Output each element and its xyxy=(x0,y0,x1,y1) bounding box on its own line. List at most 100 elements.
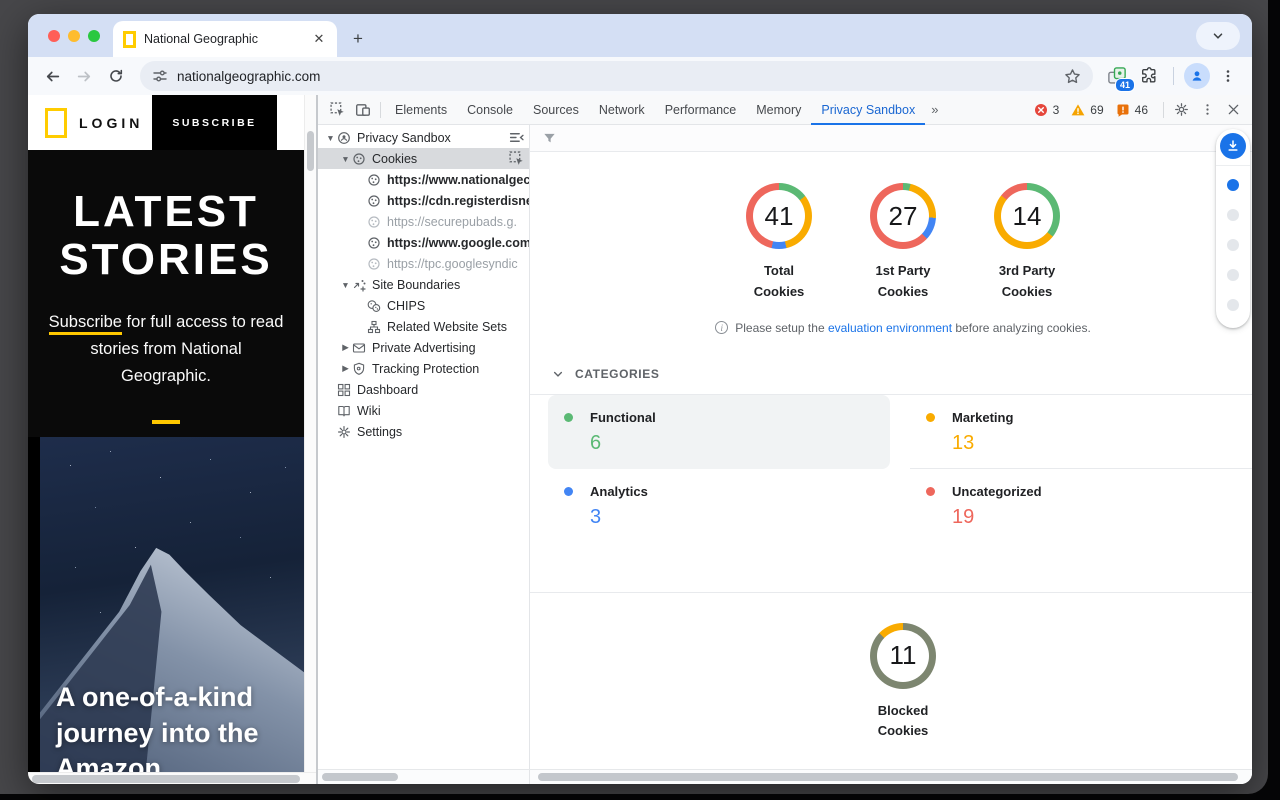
minimize-window-button[interactable] xyxy=(68,30,80,42)
subscribe-link[interactable]: Subscribe xyxy=(49,313,122,335)
tab-memory[interactable]: Memory xyxy=(746,95,811,125)
login-link[interactable]: LOGIN xyxy=(79,115,143,131)
page-dot-5[interactable] xyxy=(1227,299,1239,311)
tree-item-settings[interactable]: Settings xyxy=(318,421,529,442)
reload-button[interactable] xyxy=(102,62,130,90)
privacy-sandbox-icon xyxy=(337,130,352,145)
tree-scrollbar-thumb[interactable] xyxy=(322,773,398,781)
divider xyxy=(1216,165,1250,166)
page-dot-2[interactable] xyxy=(1227,209,1239,221)
page-dot-1[interactable] xyxy=(1227,179,1239,191)
category-card-functional[interactable]: Functional 6 xyxy=(548,395,890,469)
tree-item-cookies[interactable]: ▼ Cookies xyxy=(318,148,529,169)
forward-button[interactable] xyxy=(70,62,98,90)
tab-sources[interactable]: Sources xyxy=(523,95,589,125)
tab-search-button[interactable] xyxy=(1196,22,1240,50)
tree-item-cookie-url-1[interactable]: https://www.nationalgec xyxy=(318,169,529,190)
tree-item-private-advertising[interactable]: ▶ Private Advertising xyxy=(318,337,529,358)
more-tabs-button[interactable]: » xyxy=(925,102,943,117)
tree-item-privacy-sandbox[interactable]: ▼ Privacy Sandbox xyxy=(318,127,529,148)
tree-horizontal-scrollbar[interactable] xyxy=(318,770,530,784)
dashboard-grid-icon xyxy=(337,382,352,397)
page-dot-4[interactable] xyxy=(1227,269,1239,281)
tree-item-cookie-url-3[interactable]: https://securepubads.g. xyxy=(318,211,529,232)
devtools-close-button[interactable] xyxy=(1220,98,1246,122)
story-card[interactable]: A one-of-a-kind journey into the Amazon xyxy=(40,437,304,773)
uncategorized-dot xyxy=(926,487,935,496)
donut-third-party-cookies[interactable]: 14 3rd PartyCookies xyxy=(977,183,1077,303)
page-horizontal-scrollbar-thumb[interactable] xyxy=(32,775,300,783)
tab-performance[interactable]: Performance xyxy=(655,95,747,125)
tree-item-cookie-url-4[interactable]: https://www.google.com xyxy=(318,232,529,253)
psat-extension-button[interactable]: 41 xyxy=(1103,62,1131,90)
bookmark-star-icon[interactable] xyxy=(1064,68,1081,85)
extensions-button[interactable] xyxy=(1135,62,1163,90)
page-horizontal-scrollbar[interactable] xyxy=(28,772,316,784)
download-report-button[interactable] xyxy=(1220,133,1246,159)
category-card-uncategorized[interactable]: Uncategorized 19 xyxy=(910,469,1252,542)
download-icon xyxy=(1226,139,1240,153)
categories-header[interactable]: CATEGORIES xyxy=(530,367,1252,381)
category-card-analytics[interactable]: Analytics 3 xyxy=(548,469,890,542)
subscribe-button[interactable]: SUBSCRIBE xyxy=(152,95,277,150)
error-icon xyxy=(1034,103,1048,117)
functional-count: 6 xyxy=(590,432,874,455)
cookie-icon xyxy=(367,235,382,250)
collapsed-arrow-icon[interactable]: ▶ xyxy=(339,342,352,353)
tree-item-cookie-url-5[interactable]: https://tpc.googlesyndic xyxy=(318,253,529,274)
story-caption[interactable]: A one-of-a-kind journey into the Amazon xyxy=(56,680,296,773)
url-text[interactable]: nationalgeographic.com xyxy=(177,69,1055,84)
tree-item-cookie-url-2[interactable]: https://cdn.registerdisne xyxy=(318,190,529,211)
inspect-element-button[interactable] xyxy=(324,98,350,122)
category-card-marketing[interactable]: Marketing 13 xyxy=(910,395,1252,469)
back-button[interactable] xyxy=(38,62,66,90)
natgeo-hero: LATEST STORIES Subscribe for full access… xyxy=(28,150,304,437)
site-settings-icon[interactable] xyxy=(152,68,168,84)
natgeo-logo[interactable] xyxy=(45,108,67,138)
evaluation-environment-link[interactable]: evaluation environment xyxy=(828,321,952,335)
new-tab-button[interactable]: + xyxy=(345,26,371,52)
devtools-settings-button[interactable] xyxy=(1168,98,1194,122)
filter-icon[interactable] xyxy=(542,131,557,146)
tabbar-separator xyxy=(380,102,381,118)
privacy-sandbox-tree: ▼ Privacy Sandbox ▼ Cookies xyxy=(318,125,530,769)
device-toolbar-button[interactable] xyxy=(350,98,376,122)
profile-avatar[interactable] xyxy=(1184,63,1210,89)
main-horizontal-scrollbar[interactable] xyxy=(530,770,1252,784)
tree-item-wiki[interactable]: Wiki xyxy=(318,400,529,421)
tab-network[interactable]: Network xyxy=(589,95,655,125)
close-window-button[interactable] xyxy=(48,30,60,42)
tree-item-chips[interactable]: CHIPS xyxy=(318,295,529,316)
tree-item-site-boundaries[interactable]: ▼ Site Boundaries xyxy=(318,274,529,295)
tab-privacy-sandbox[interactable]: Privacy Sandbox xyxy=(811,95,925,125)
devtools-menu-button[interactable] xyxy=(1194,98,1220,122)
site-boundaries-icon xyxy=(352,277,367,292)
donut-first-party-cookies[interactable]: 27 1st PartyCookies xyxy=(853,183,953,303)
page-vertical-scrollbar[interactable] xyxy=(304,95,316,772)
close-icon xyxy=(1227,103,1240,116)
hero-subtext: Subscribe for full access to read storie… xyxy=(28,309,304,391)
collapsed-arrow-icon[interactable]: ▶ xyxy=(339,363,352,374)
tree-item-dashboard[interactable]: Dashboard xyxy=(318,379,529,400)
tab-elements[interactable]: Elements xyxy=(385,95,457,125)
fullscreen-window-button[interactable] xyxy=(88,30,100,42)
window-controls xyxy=(48,30,100,42)
main-scrollbar-thumb[interactable] xyxy=(538,773,1238,781)
tab-console[interactable]: Console xyxy=(457,95,523,125)
donut-blocked-cookies[interactable]: 11 BlockedCookies xyxy=(853,623,953,743)
tree-item-tracking-protection[interactable]: ▶ Tracking Protection xyxy=(318,358,529,379)
inspect-cursor-icon[interactable] xyxy=(509,151,524,166)
address-bar[interactable]: nationalgeographic.com xyxy=(140,61,1093,91)
expand-arrow-icon[interactable]: ▼ xyxy=(324,133,337,143)
browser-tab[interactable]: National Geographic ✕ xyxy=(113,21,337,57)
tab-close-icon[interactable]: ✕ xyxy=(311,31,327,47)
collapse-sidebar-icon[interactable] xyxy=(509,130,524,145)
page-dot-3[interactable] xyxy=(1227,239,1239,251)
expand-arrow-icon[interactable]: ▼ xyxy=(339,280,352,290)
page-vertical-scrollbar-thumb[interactable] xyxy=(307,131,314,171)
expand-arrow-icon[interactable]: ▼ xyxy=(339,154,352,164)
tree-item-related-website-sets[interactable]: Related Website Sets xyxy=(318,316,529,337)
browser-menu-button[interactable] xyxy=(1214,62,1242,90)
donut-total-cookies[interactable]: 41 TotalCookies xyxy=(729,183,829,303)
console-status-counts[interactable]: 3 69 46 xyxy=(1034,103,1159,117)
